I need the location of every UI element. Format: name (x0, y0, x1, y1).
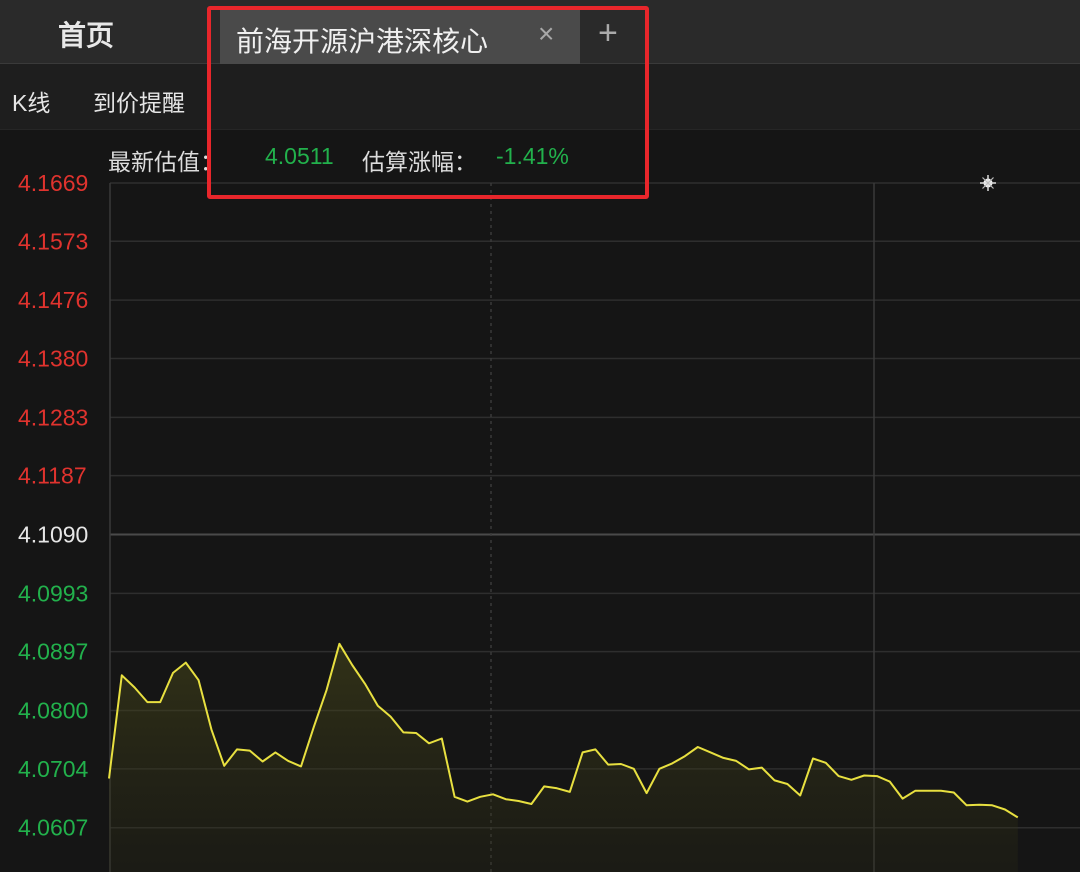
y-tick-label: 4.1283 (18, 404, 88, 430)
y-tick-label: 4.0897 (18, 639, 88, 665)
kline-button[interactable]: K线 (12, 84, 50, 118)
y-tick-label: 4.1573 (18, 228, 88, 254)
y-tick-label: 4.1187 (18, 463, 87, 489)
toolbar: K线 到价提醒 (0, 64, 1080, 130)
y-tick-label: 4.1476 (18, 287, 88, 313)
close-icon[interactable]: × (538, 18, 554, 50)
series-area (109, 643, 1018, 872)
add-tab-icon[interactable]: + (598, 16, 618, 50)
y-axis-labels: 4.1669 4.1573 4.1476 4.1380 4.1283 4.1187 4.10… (18, 170, 89, 841)
tab-fund-title: 前海开源沪港深核心 (236, 26, 489, 57)
price-alert-button[interactable]: 到价提醒 (93, 84, 185, 118)
latest-estimate-value: 4.0511 (265, 143, 334, 169)
y-tick-label: 4.0800 (18, 698, 88, 724)
estimated-change-value: -1.41% (496, 143, 569, 169)
y-tick-label: 4.1090 (18, 522, 88, 548)
tab-home[interactable]: 首页 (58, 14, 114, 54)
y-tick-label: 4.1669 (18, 170, 88, 196)
intraday-chart: 4.1669 4.1573 4.1476 4.1380 4.1283 4.1187 4.10… (18, 170, 1080, 872)
y-tick-label: 4.0993 (18, 580, 88, 606)
star-icon (980, 175, 996, 191)
tab-fund[interactable]: 前海开源沪港深核心 × (220, 10, 580, 64)
estimated-change-label: 估算涨幅： (362, 149, 477, 175)
y-tick-label: 4.1380 (18, 345, 88, 371)
y-tick-label: 4.0704 (18, 756, 89, 782)
latest-estimate-label: 最新估值： (108, 149, 223, 175)
tab-bar: 首页 前海开源沪港深核心 × + (0, 0, 1080, 64)
y-tick-label: 4.0607 (18, 815, 88, 841)
